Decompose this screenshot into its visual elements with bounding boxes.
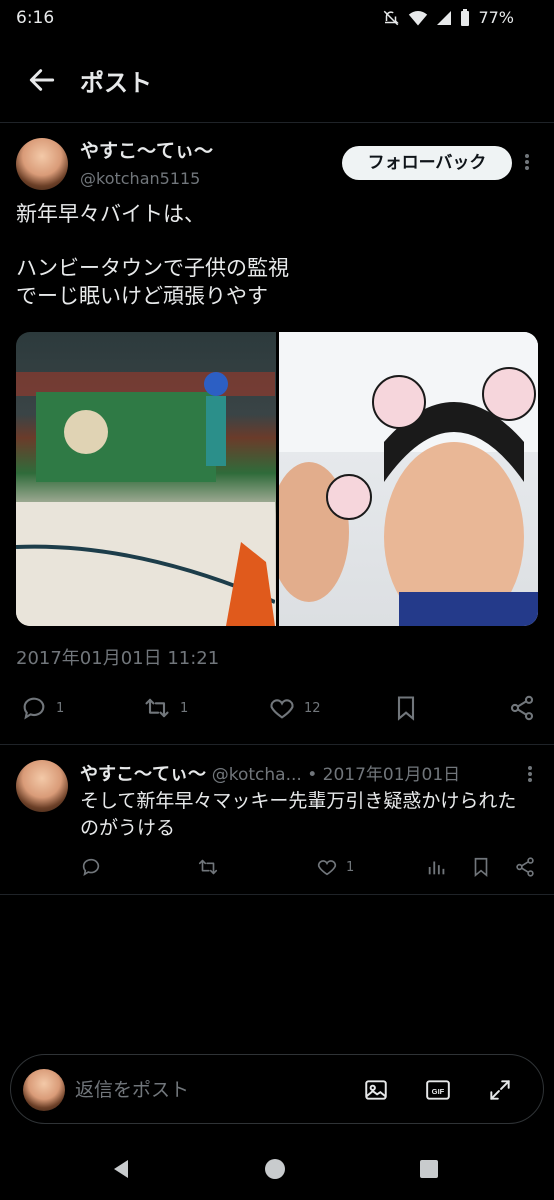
share-button[interactable]: [508, 694, 536, 722]
author-name[interactable]: やすこ〜てぃ〜: [80, 136, 213, 163]
battery-percent: 77%: [478, 8, 514, 27]
my-avatar: [23, 1069, 65, 1111]
reply-more-options-icon[interactable]: [526, 764, 534, 786]
nav-recents-button[interactable]: [418, 1158, 440, 1184]
mute-icon: [384, 10, 400, 25]
post-text: 新年早々バイトは、 ハンビータウンで子供の監視 でーじ眠いけど頑張りやす: [16, 200, 536, 310]
add-image-button[interactable]: [363, 1077, 389, 1103]
reply-actions: 1: [0, 854, 554, 884]
page-title: ポスト: [80, 69, 152, 97]
post-text-line: でーじ眠いけど頑張りやす: [16, 284, 268, 308]
status-time: 6:16: [16, 8, 55, 28]
gif-label: GIF: [432, 1087, 445, 1096]
author-handle[interactable]: @kotchan5115: [80, 169, 200, 188]
share-icon: [510, 695, 534, 721]
reply-compose-bar[interactable]: 返信をポスト GIF: [10, 1054, 544, 1124]
expand-icon: [490, 1080, 510, 1100]
reply-share-button[interactable]: [514, 856, 536, 878]
header-divider: [0, 122, 554, 123]
expand-compose-button[interactable]: [487, 1077, 513, 1103]
repost-count: 1: [180, 700, 189, 716]
reply-icon: [23, 697, 45, 720]
more-options-icon[interactable]: [523, 152, 531, 174]
battery-icon: [461, 8, 470, 26]
bookmark-icon: [474, 857, 488, 878]
reply-author-avatar[interactable]: [16, 760, 68, 812]
repost-icon: [145, 698, 169, 718]
square-recents-icon: [420, 1160, 438, 1178]
signal-icon: [437, 10, 452, 25]
post-text-line: ハンビータウンで子供の監視: [16, 256, 289, 280]
views-button[interactable]: [426, 856, 448, 878]
reply-icon: [82, 858, 100, 877]
media-photo-left[interactable]: [16, 332, 276, 626]
reply-header: やすこ〜てぃ〜 @kotcha... • 2017年01月01日: [80, 760, 460, 786]
reply-button[interactable]: 1: [20, 694, 64, 722]
like-count: 12: [304, 700, 321, 716]
image-icon: [365, 1080, 387, 1100]
follow-back-button[interactable]: フォローバック: [342, 146, 512, 180]
arrow-left-icon: [29, 69, 55, 91]
reply-count: 1: [56, 700, 65, 716]
post-text-line: 新年早々バイトは、: [16, 202, 205, 226]
wifi-icon: [409, 10, 428, 25]
circle-home-icon: [265, 1159, 285, 1179]
author-avatar[interactable]: [16, 138, 68, 190]
nav-home-button[interactable]: [264, 1158, 286, 1184]
reply-meta: @kotcha... • 2017年01月01日: [211, 765, 461, 785]
heart-icon: [270, 699, 294, 719]
bookmark-icon: [397, 696, 415, 721]
selfie-photo: [278, 332, 538, 626]
reply-author-name[interactable]: やすこ〜てぃ〜: [80, 764, 206, 785]
post-actions: 1 1 12: [0, 688, 554, 728]
add-gif-button[interactable]: GIF: [425, 1077, 451, 1103]
share-icon: [516, 857, 534, 877]
bookmark-button[interactable]: [392, 694, 420, 722]
reply-text: そして新年早々マッキー先輩万引き疑惑かけられたのがうける: [80, 790, 517, 839]
indoor-playground-photo: [16, 372, 276, 626]
divider: [0, 744, 554, 745]
divider: [0, 894, 554, 895]
reply-input[interactable]: 返信をポスト: [75, 1075, 189, 1102]
reply-reply-button[interactable]: [80, 856, 102, 878]
system-nav-bar: [0, 1136, 554, 1200]
like-button[interactable]: 12: [268, 694, 321, 722]
heart-icon: [317, 860, 337, 876]
back-button[interactable]: [26, 64, 58, 96]
top-header: ポスト: [0, 50, 554, 110]
repost-icon: [198, 859, 218, 875]
triangle-back-icon: [114, 1160, 128, 1178]
reply-bookmark-button[interactable]: [470, 856, 492, 878]
status-icons: 77%: [382, 8, 514, 27]
post-timestamp[interactable]: 2017年01月01日 11:21: [16, 644, 219, 670]
repost-button[interactable]: 1: [142, 694, 188, 722]
reply-repost-button[interactable]: [196, 856, 220, 878]
status-bar: 6:16 77%: [0, 0, 554, 38]
gif-icon: GIF: [426, 1080, 450, 1100]
post-detail-screen: 6:16 77% ポスト やすこ〜てぃ〜 @kotchan5115 フォローバッ…: [0, 0, 554, 1200]
nav-back-button[interactable]: [110, 1158, 132, 1184]
views-chart-icon: [428, 861, 445, 875]
reply-like-button[interactable]: 1: [316, 856, 354, 878]
reply-like-count: 1: [346, 859, 355, 875]
media-photo-right[interactable]: [278, 332, 538, 626]
post-media: [16, 332, 538, 626]
